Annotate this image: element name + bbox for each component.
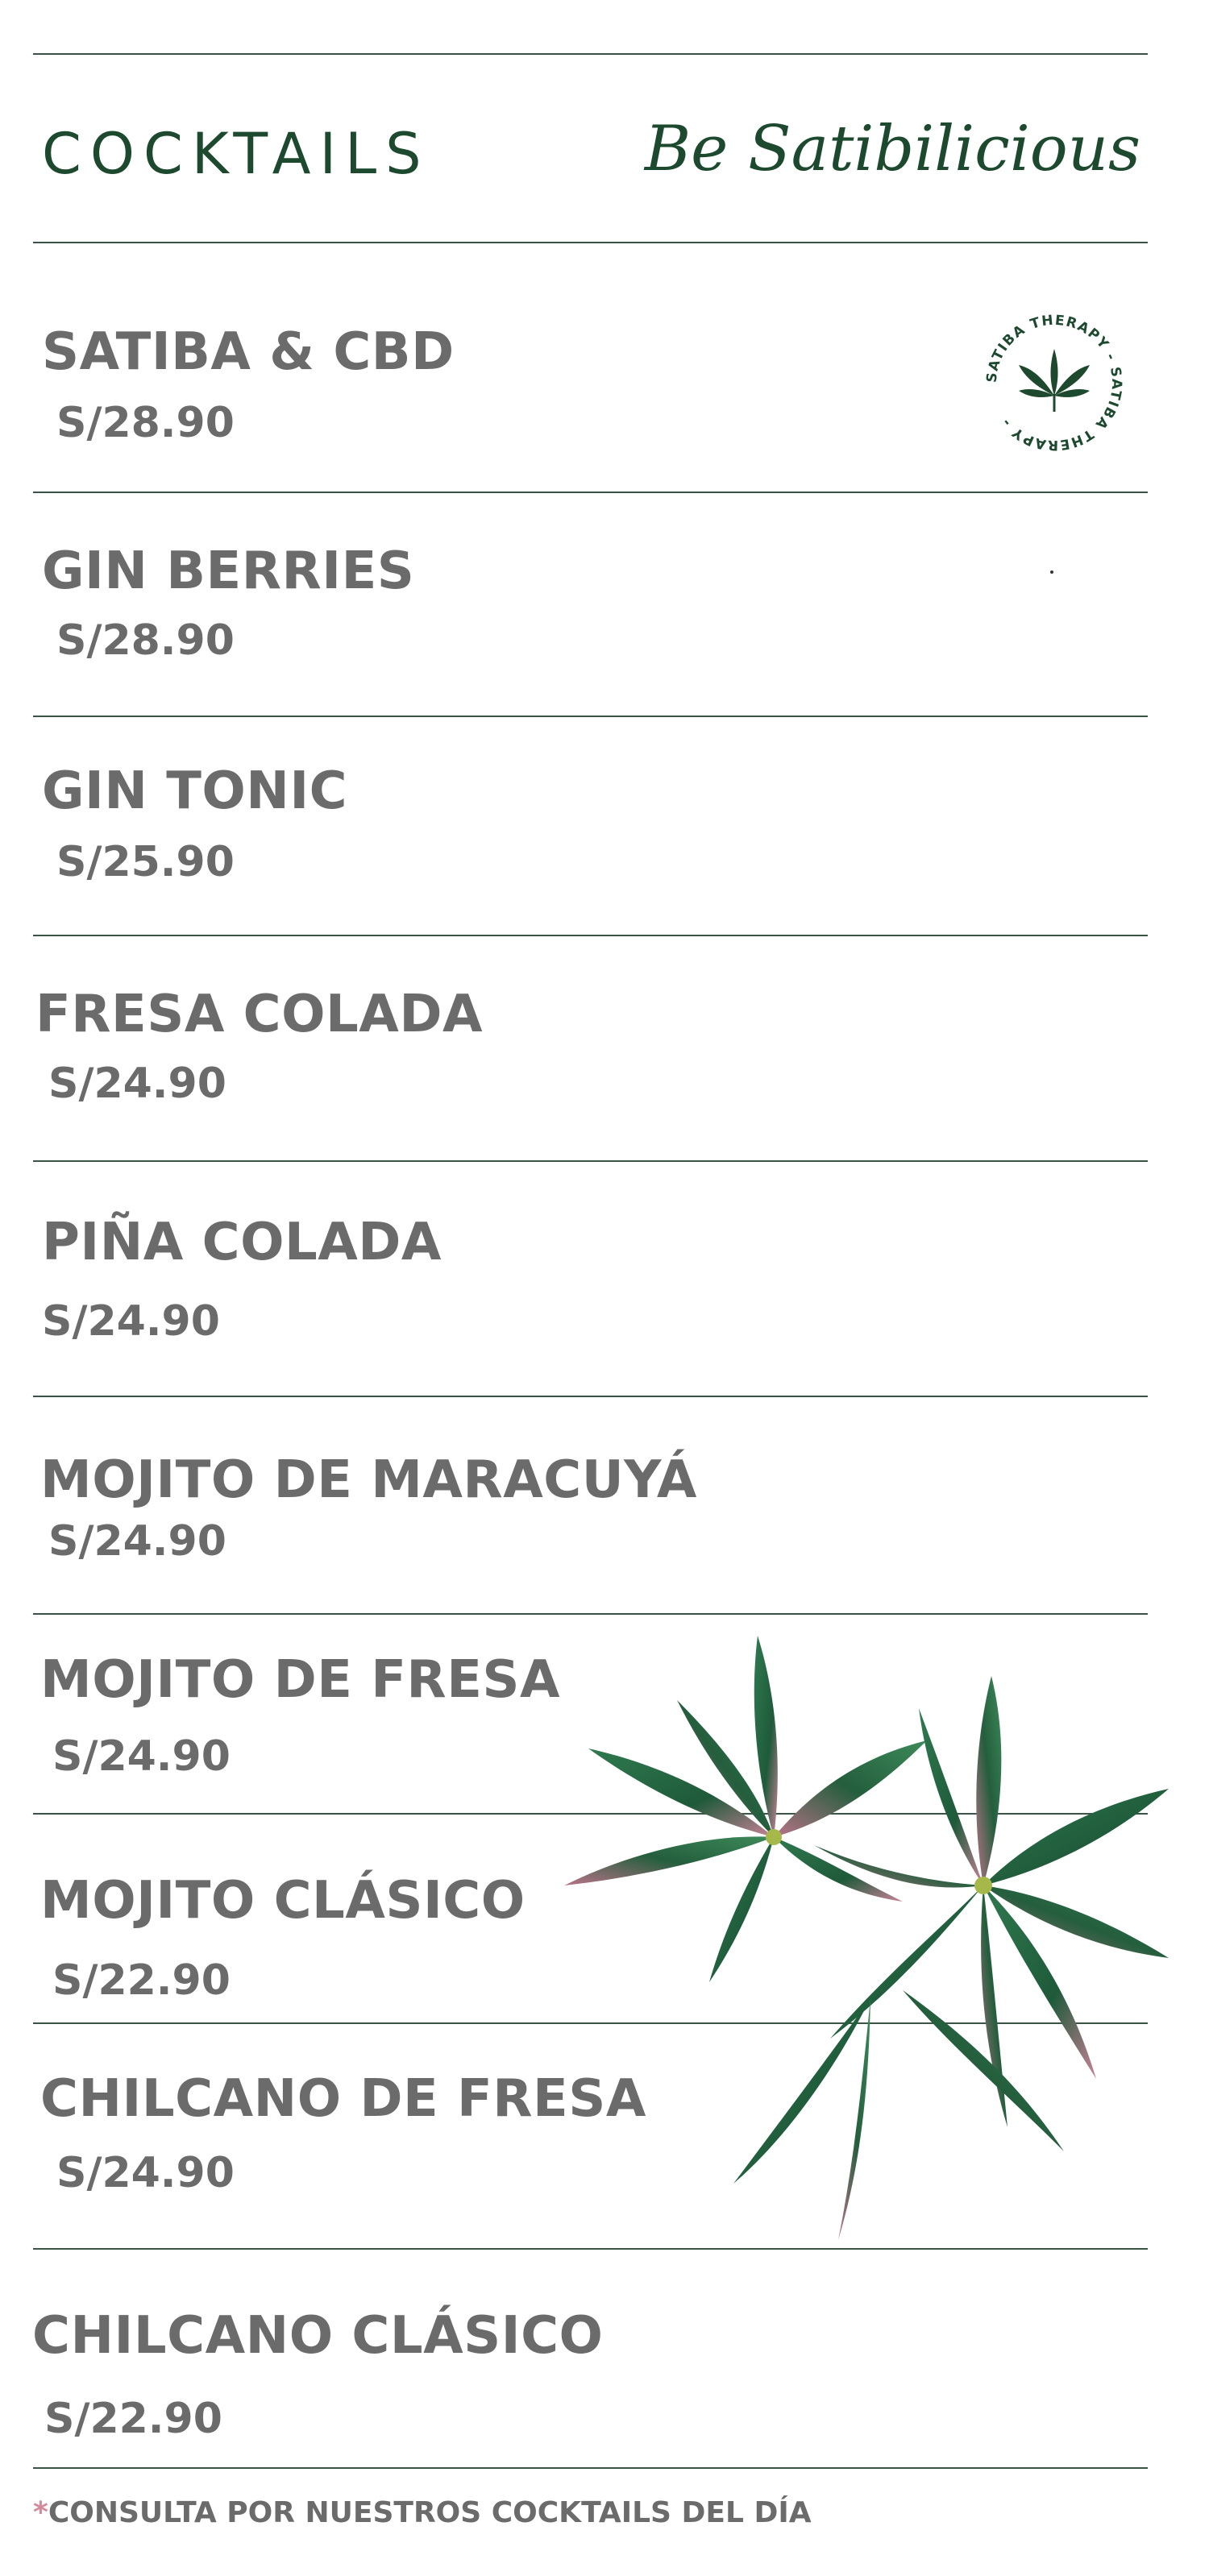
item-divider xyxy=(33,1160,1148,1162)
header-bottom-rule xyxy=(33,242,1148,243)
footer-rule xyxy=(33,2467,1148,2469)
menu-item-name: SATIBA & CBD xyxy=(42,322,455,382)
menu-section-title: COCKTAILS xyxy=(42,121,430,187)
menu-item-price: S/28.90 xyxy=(56,616,235,665)
cannabis-leaf-icon xyxy=(1019,349,1090,412)
menu-item-price: S/24.90 xyxy=(42,1297,220,1346)
menu-item-price: S/24.90 xyxy=(56,2149,235,2197)
item-divider xyxy=(33,935,1148,936)
item-divider xyxy=(33,492,1148,493)
menu-item-price: S/24.90 xyxy=(48,1517,226,1566)
menu-item-name: CHILCANO CLÁSICO xyxy=(32,2306,604,2366)
menu-item-name: PIÑA COLADA xyxy=(42,1213,442,1272)
note-text: CONSULTA POR NUESTROS COCKTAILS DEL DÍA xyxy=(48,2496,812,2529)
menu-item-name: MOJITO DE MARACUYÁ xyxy=(40,1450,697,1510)
satiba-therapy-badge: SATIBA THERAPY - SATIBA THERAPY - xyxy=(984,313,1124,454)
menu-item-price: S/22.90 xyxy=(44,2395,222,2443)
item-divider xyxy=(33,716,1148,717)
brand-slogan: Be Satibilicious xyxy=(644,113,1140,185)
menu-item-price: S/24.90 xyxy=(48,1060,226,1108)
item-divider xyxy=(33,1613,1148,1615)
menu-item-price: S/24.90 xyxy=(52,1732,231,1781)
menu-item-price: S/25.90 xyxy=(56,838,235,886)
item-divider xyxy=(33,1396,1148,1397)
leaf-cluster-lower xyxy=(733,1990,1064,2240)
stray-dot xyxy=(1050,570,1053,574)
leaf-cluster-left xyxy=(564,1636,927,1982)
menu-item-name: MOJITO CLÁSICO xyxy=(40,1871,526,1931)
menu-item-name: FRESA COLADA xyxy=(35,985,483,1044)
header-top-rule xyxy=(33,53,1148,55)
menu-item-price: S/28.90 xyxy=(56,399,235,447)
menu-item-price: S/22.90 xyxy=(52,1956,231,2005)
cannabis-leaves-illustration xyxy=(564,1636,1169,2240)
note-asterisk: * xyxy=(33,2496,48,2529)
daily-cocktails-note: *CONSULTA POR NUESTROS COCKTAILS DEL DÍA xyxy=(33,2496,812,2529)
menu-item-name: GIN TONIC xyxy=(42,761,348,821)
menu-item-name: MOJITO DE FRESA xyxy=(40,1650,561,1710)
menu-item-name: GIN BERRIES xyxy=(42,541,415,601)
